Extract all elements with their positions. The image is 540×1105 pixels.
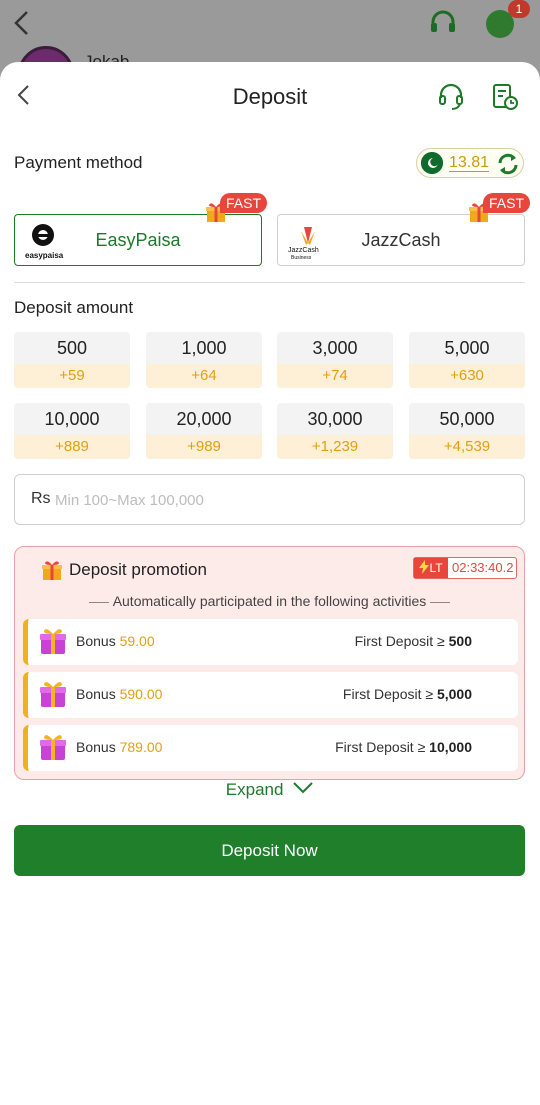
records-button[interactable] [490,82,520,112]
chevron-down-icon [293,782,313,794]
deposit-now-button[interactable]: Deposit Now [14,825,525,876]
balance-value: 13.81 [449,154,490,172]
gift-box-icon [38,626,68,656]
activity-rule: First Deposit ≥ 500 [355,633,472,649]
promotion-title: Deposit promotion [69,560,207,579]
payment-option-label: EasyPaisa [95,230,181,250]
gift-box-icon [38,679,68,709]
payment-option-label: JazzCash [361,230,441,250]
background-headset-icon [428,8,458,38]
amount-option[interactable]: 30,000 +1,239 [277,403,393,459]
amount-bonus: +59 [14,364,130,388]
amount-value: 50,000 [439,409,495,429]
amount-bonus: +1,239 [277,435,393,459]
amount-bonus: +630 [409,364,525,388]
amount-bonus: +989 [146,435,262,459]
activity-rule: First Deposit ≥ 10,000 [335,739,472,755]
amount-bonus: +889 [14,435,130,459]
amount-bonus: +64 [146,364,262,388]
limited-time-label: LT [429,561,443,575]
promotion-activity: Bonus 789.00 First Deposit ≥ 10,000 [23,725,518,771]
pakistan-flag-icon [421,152,443,174]
expand-button[interactable]: Expand [0,780,540,800]
payment-option-easypaisa[interactable]: easypaisa EasyPaisa FAST [14,193,267,266]
payment-option-jazzcash[interactable]: JazzCash Business JazzCash FAST [277,193,530,266]
bonus-amount: 789.00 [119,739,163,755]
amount-value: 3,000 [312,338,358,358]
amount-option[interactable]: 3,000 +74 [277,332,393,388]
bonus-label: Bonus [76,739,116,755]
fast-badge: FAST [219,193,267,213]
deposit-sheet: Deposit Payment method 13.81 easypaisa E… [0,62,540,1105]
promotion-activity: Bonus 590.00 First Deposit ≥ 5,000 [23,672,518,718]
rule-left [88,601,109,603]
refresh-icon [498,153,518,175]
amount-value: 1,000 [181,338,227,358]
fast-badge: FAST [482,193,530,213]
amount-option[interactable]: 1,000 +64 [146,332,262,388]
support-button[interactable] [436,82,466,112]
amount-option[interactable]: 20,000 +989 [146,403,262,459]
rule-threshold: 10,000 [429,739,472,755]
amount-input-field: Rs [14,474,525,525]
amount-bonus: +4,539 [409,435,525,459]
amount-input[interactable] [55,487,455,513]
amount-value: 30,000 [307,409,363,429]
amount-option[interactable]: 10,000 +889 [14,403,130,459]
amount-option[interactable]: 50,000 +4,539 [409,403,525,459]
divider [14,282,525,283]
bonus-amount: 590.00 [119,686,163,702]
activity-bonus: Bonus 789.00 [76,739,162,755]
bonus-label: Bonus [76,633,116,649]
gift-icon [41,559,63,581]
deposit-promotion-panel: Deposit promotion LT 02:33:40.2 Automati… [14,546,525,780]
notification-badge: 1 [508,0,530,18]
currency-label: Rs [31,490,51,507]
easypaisa-logo-text: easypaisa [25,251,64,260]
limited-time-tag: LT [414,558,448,578]
rule-threshold: 500 [448,633,472,649]
activity-bonus: Bonus 59.00 [76,633,155,649]
promotion-activity: Bonus 59.00 First Deposit ≥ 500 [23,619,518,665]
activity-rule: First Deposit ≥ 5,000 [343,686,472,702]
balance-pill: 13.81 [416,148,524,178]
header: Deposit [0,62,540,132]
amount-bonus: +74 [277,364,393,388]
rule-right [430,601,451,603]
rule-text: First Deposit ≥ [335,739,426,755]
history-icon [493,84,518,110]
jazzcash-logo-subtext: Business [291,255,312,261]
refresh-balance-button[interactable] [495,151,521,177]
payment-method-label: Payment method [14,153,143,172]
countdown-value: 02:33:40.2 [452,560,514,575]
amount-value: 5,000 [444,338,490,358]
amount-value: 10,000 [44,409,100,429]
amount-option[interactable]: 500 +59 [14,332,130,388]
headset-icon [439,83,463,110]
amount-value: 20,000 [176,409,232,429]
bonus-label: Bonus [76,686,116,702]
bonus-amount: 59.00 [119,633,155,649]
background-back-icon [12,8,32,45]
amount-value: 500 [56,338,88,358]
expand-label: Expand [225,780,284,799]
gift-box-icon [38,732,68,762]
rule-threshold: 5,000 [436,686,472,702]
promotion-subtitle: Automatically participated in the follow… [15,593,524,609]
promotion-subtitle-text: Automatically participated in the follow… [112,593,427,609]
promotion-timer: LT 02:33:40.2 [413,557,517,579]
activity-bonus: Bonus 590.00 [76,686,162,702]
amount-option[interactable]: 5,000 +630 [409,332,525,388]
rule-text: First Deposit ≥ [354,633,445,649]
lightning-icon [419,560,430,574]
deposit-amount-label: Deposit amount [14,298,134,317]
rule-text: First Deposit ≥ [342,686,434,702]
